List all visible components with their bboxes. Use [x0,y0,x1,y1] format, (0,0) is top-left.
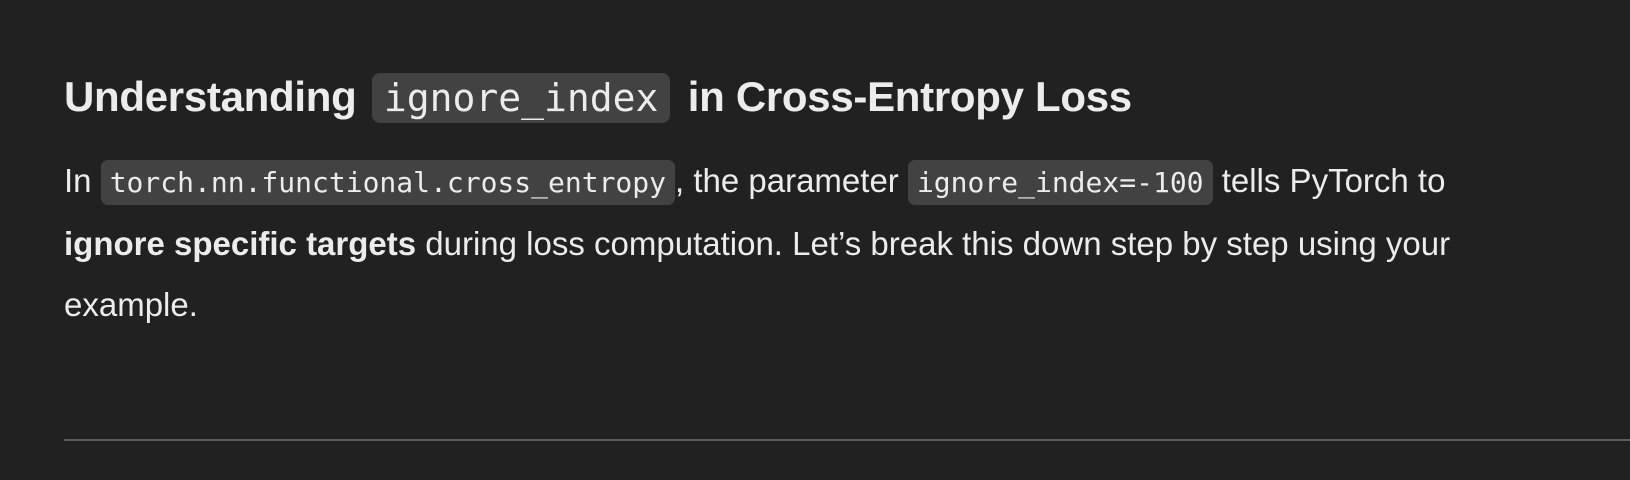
section-divider [64,439,1630,441]
paragraph-lead: In [64,162,92,199]
explanation-paragraph: In torch.nn.functional.cross_entropy, th… [64,150,1630,335]
heading-prefix: Understanding [64,73,357,120]
inline-code-param: ignore_index=-100 [907,160,1213,205]
heading-inline-code: ignore_index [371,73,671,123]
bold-emphasis: ignore specific targets [64,225,417,262]
paragraph-text-line3: example. [64,286,198,323]
heading-suffix: in Cross-Entropy Loss [687,73,1132,120]
paragraph-text-after-function: , the parameter [675,162,899,199]
section-heading: Understanding ignore_index in Cross-Entr… [64,68,1132,127]
inline-code-function: torch.nn.functional.cross_entropy [100,160,675,205]
paragraph-text-line2: during loss computation. Let’s break thi… [425,225,1451,262]
paragraph-text-after-param: tells PyTorch to [1221,162,1446,199]
